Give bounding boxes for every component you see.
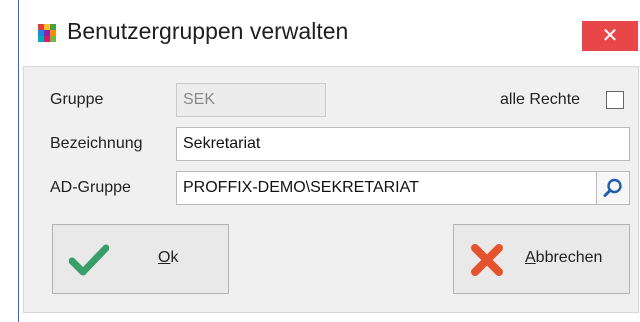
ad-group-field[interactable]	[176, 171, 597, 205]
close-icon: ✕	[601, 25, 619, 47]
search-icon	[603, 178, 622, 197]
description-label: Bezeichnung	[50, 135, 143, 152]
cross-icon	[471, 244, 503, 276]
cancel-button[interactable]: Abbrechen	[453, 224, 630, 294]
description-field[interactable]	[176, 127, 630, 161]
group-label: Gruppe	[50, 91, 104, 108]
app-grid-icon	[38, 24, 56, 42]
dialog-body: Gruppe alle Rechte Bezeichnung AD-Gruppe…	[23, 66, 639, 313]
group-field	[176, 83, 326, 117]
ad-group-label: AD-Gruppe	[50, 179, 131, 196]
all-rights-checkbox[interactable]	[606, 91, 624, 109]
ok-button-label: Ok	[158, 249, 179, 266]
title-bar[interactable]: Benutzergruppen verwalten ✕	[19, 0, 640, 66]
close-button[interactable]: ✕	[582, 21, 638, 51]
ok-button[interactable]: Ok	[52, 224, 229, 294]
all-rights-label: alle Rechte	[500, 91, 581, 108]
ad-group-search-button[interactable]	[596, 171, 630, 205]
window-title: Benutzergruppen verwalten	[67, 18, 349, 44]
dialog-window: Benutzergruppen verwalten ✕ Gruppe alle …	[18, 0, 640, 322]
cancel-button-label: Abbrechen	[525, 249, 603, 266]
checkmark-icon	[69, 244, 109, 276]
